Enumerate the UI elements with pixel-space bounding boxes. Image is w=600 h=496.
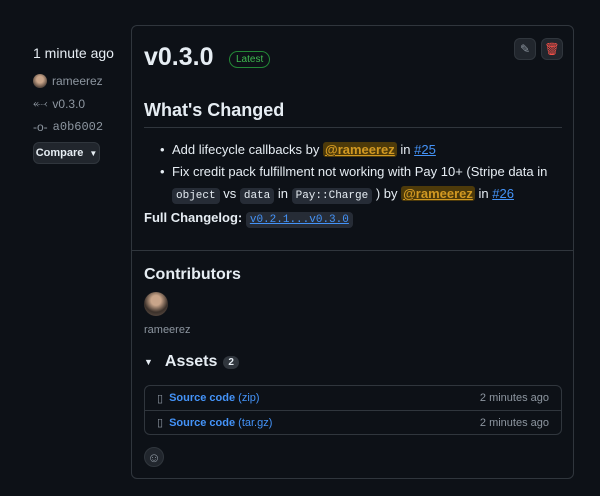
add-reaction-button[interactable]: ☺ [144,447,164,467]
contributors-heading: Contributors [144,266,241,283]
edit-button[interactable]: ✎ [514,38,536,60]
release-sidebar: 1 minute ago rameerez ⬷ v0.3.0 -o-a0b6002… [33,45,114,164]
assets-toggle[interactable]: ▼ Assets 2 [144,353,239,371]
mention-link[interactable]: @rameerez [401,186,475,201]
asset-link[interactable]: Source code (zip) [169,392,480,404]
release-title: v0.3.0 [144,43,214,71]
commit-link[interactable]: -o-a0b6002 [33,115,114,138]
contributor-name: rameerez [144,324,191,336]
triangle-down-icon: ▼ [144,357,153,367]
whats-changed-heading: What's Changed [144,100,562,128]
assets-list: ▯ Source code (zip) 2 minutes ago ▯ Source … [144,385,562,435]
asset-row[interactable]: ▯ Source code (zip) 2 minutes ago [145,386,561,410]
commit-icon: -o- [33,119,48,134]
contributor-avatar[interactable] [144,292,168,316]
asset-row[interactable]: ▯ Source code (tar.gz) 2 minutes ago [145,410,561,434]
divider [132,250,573,251]
list-item: Add lifecycle callbacks by @rameerez in … [160,139,560,161]
changelog-link[interactable]: v0.2.1...v0.3.0 [245,212,353,228]
list-item: Fix credit pack fulfillment not working … [160,161,560,207]
asset-link[interactable]: Source code (tar.gz) [169,417,480,429]
delete-button[interactable]: 🗑 [541,38,563,60]
changes-list: Add lifecycle callbacks by @rameerez in … [160,139,560,207]
file-zip-icon: ▯ [157,392,164,405]
tag-icon: ⬷ [33,96,48,110]
pr-link[interactable]: #25 [414,142,436,157]
latest-badge: Latest [229,51,271,68]
author-link[interactable]: rameerez [33,69,114,92]
assets-count: 2 [223,355,239,369]
caret-down-icon: ▼ [89,148,98,158]
smiley-icon: ☺ [147,449,161,465]
file-zip-icon: ▯ [157,417,164,429]
pencil-icon: ✎ [519,42,531,56]
pr-link[interactable]: #26 [492,186,514,201]
release-card: v0.3.0 Latest ✎ 🗑 What's Changed Add lif… [131,25,574,479]
trash-icon: 🗑 [544,42,560,56]
avatar [33,73,47,88]
compare-button[interactable]: Compare ▼ [33,142,100,164]
mention-link[interactable]: @rameerez [323,142,397,157]
full-changelog: Full Changelog: v0.2.1...v0.3.0 [144,210,353,228]
tag-link[interactable]: ⬷ v0.3.0 [33,92,114,115]
release-time: 1 minute ago [33,45,114,61]
